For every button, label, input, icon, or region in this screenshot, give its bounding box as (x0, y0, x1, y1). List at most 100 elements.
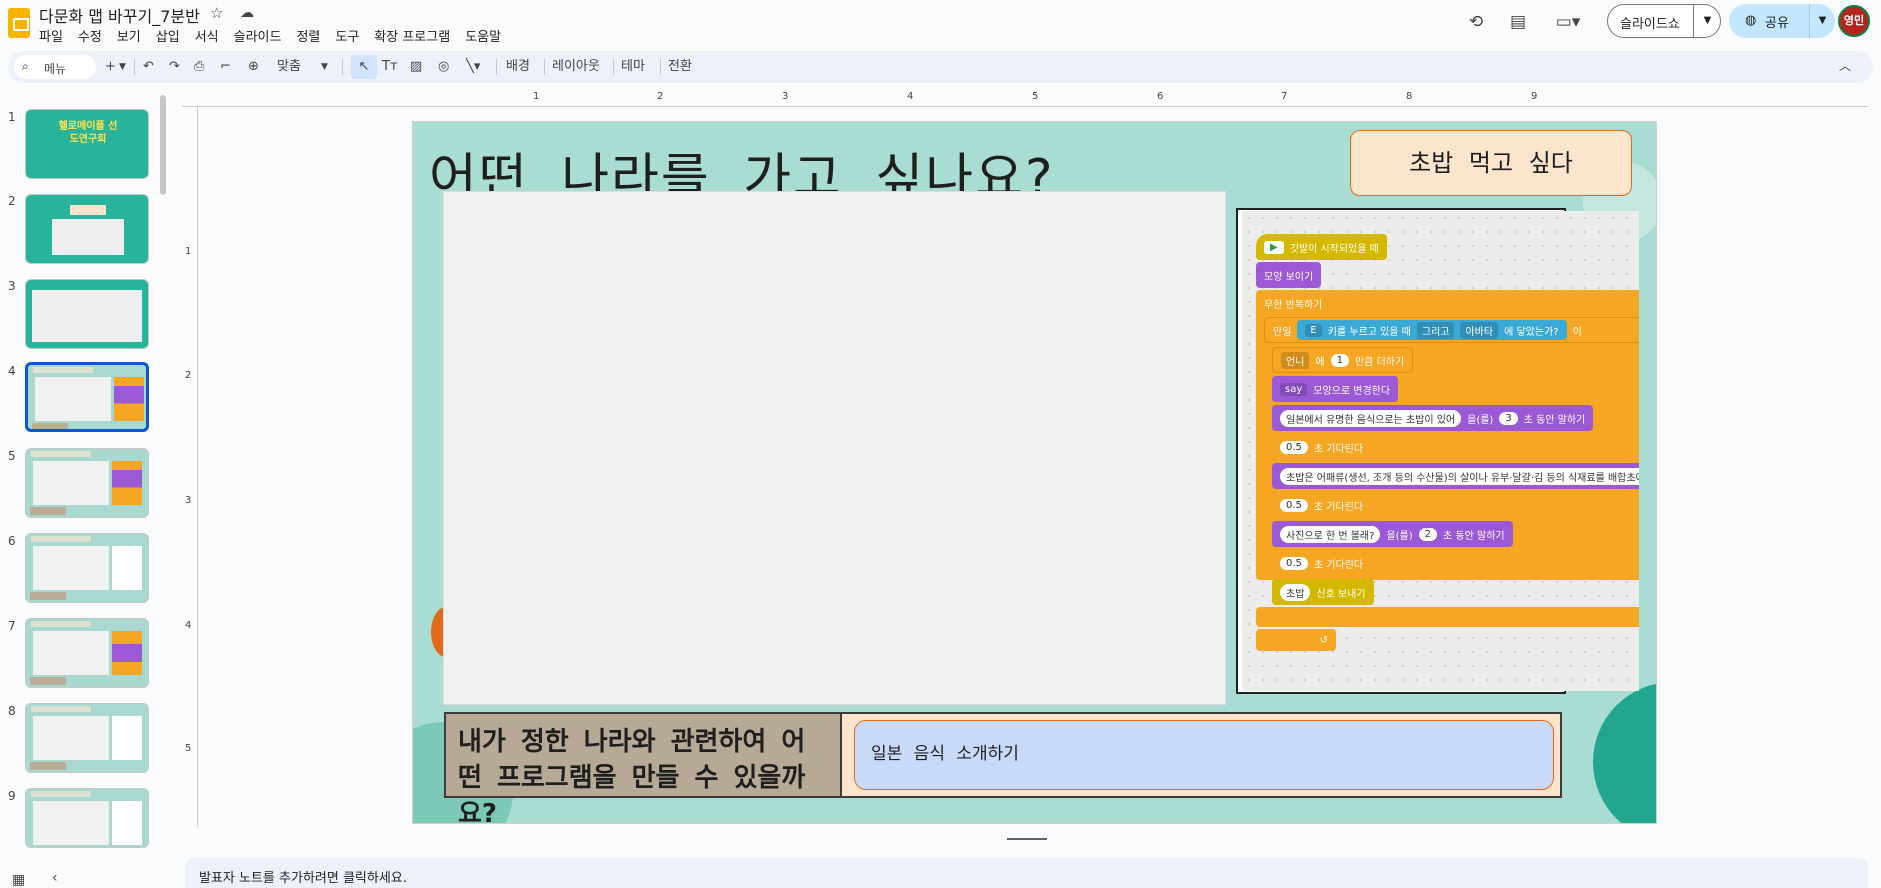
menu-search[interactable]: ⌕ 메뉴 (14, 55, 96, 79)
video-placeholder[interactable] (443, 191, 1226, 705)
slide-thumbnail-2[interactable] (25, 194, 149, 264)
avatar-dropdown: 아바타 (1460, 321, 1499, 339)
slide-thumbnail-1[interactable]: 헬로메이플 선도연구회 (25, 109, 149, 179)
question-cell[interactable]: 내가 정한 나라와 관련하여 어떤 프로그램을 만들 수 있을까요? (446, 714, 842, 823)
slide-canvas[interactable]: 어떤 나라를 가고 싶나요? 초밥 먹고 싶다 ▶ 깃발이 시작되었을 때 모양… (412, 121, 1657, 824)
avatar[interactable]: 영민 (1838, 5, 1870, 37)
collapse-toolbar-icon[interactable]: ︿ (1839, 57, 1851, 74)
share-label: 공유 (1765, 16, 1789, 31)
redo-icon[interactable]: ↷ (169, 57, 180, 77)
line-tool-icon[interactable]: ╲▾ (466, 57, 480, 77)
signal-label: 신호 보내기 (1316, 588, 1366, 600)
menu-slide[interactable]: 슬라이드 (234, 26, 290, 45)
when-start-label: 깃발이 시작되었을 때 (1289, 243, 1379, 255)
slide-number: 3 (8, 279, 16, 293)
menu-arrange[interactable]: 정렬 (296, 26, 328, 45)
key-pressed-label: 키를 누르고 있을 때 (1327, 326, 1411, 338)
say-3-seconds: 2 (1418, 527, 1438, 541)
collapse-panel-icon[interactable]: ‹ (52, 870, 58, 886)
document-title[interactable]: 다문화 맵 바꾸기_7분반 (39, 3, 200, 27)
menu-insert[interactable]: 삽입 (156, 26, 188, 45)
block-code-image[interactable]: ▶ 깃발이 시작되었을 때 모양 보이기 무한 반복하기 만일 E 키를 누르고… (1242, 211, 1639, 691)
look-change-label: 모양으로 변경한다 (1313, 385, 1391, 397)
grid-view-icon[interactable]: ▦ (12, 872, 25, 888)
menu-view[interactable]: 보기 (117, 26, 149, 45)
new-slide-icon[interactable]: + (105, 57, 116, 77)
history-icon[interactable]: ⟲ (1464, 10, 1488, 34)
ruler-mark: 6 (1157, 91, 1164, 102)
shape-tool-icon[interactable]: ◎ (438, 57, 449, 77)
speaker-notes-placeholder: 발표자 노트를 추가하려면 클릭하세요. (199, 871, 407, 886)
layout-button[interactable]: 레이아웃 (552, 57, 600, 77)
print-icon[interactable]: ⎙ (194, 57, 204, 77)
filmstrip-scrollbar[interactable] (160, 95, 166, 195)
slide-number: 2 (8, 194, 16, 208)
share-dropdown-icon[interactable]: ▼ (1809, 4, 1835, 38)
zoom-icon[interactable]: ⊕ (248, 57, 259, 77)
menu-format[interactable]: 서식 (195, 26, 227, 45)
slide-thumbnail-3[interactable] (25, 279, 149, 349)
slideshow-dropdown-icon[interactable]: ▼ (1693, 5, 1721, 37)
ruler-mark: 3 (185, 495, 192, 506)
select-tool-icon[interactable]: ↖ (351, 55, 377, 79)
transition-button[interactable]: 전환 (668, 57, 692, 77)
slideshow-button[interactable]: 슬라이드쇼 ▼ (1607, 4, 1721, 38)
paint-format-icon[interactable]: ⌐ (220, 57, 231, 77)
speaker-notes[interactable]: 발표자 노트를 추가하려면 클릭하세요. (185, 858, 1868, 888)
wait-value: 0.5 (1280, 440, 1308, 454)
menu-file[interactable]: 파일 (39, 26, 71, 45)
wait-block-1: 0.5 초 기다린다 (1272, 434, 1372, 460)
key-dropdown: E (1305, 323, 1322, 337)
slide-number: 9 (8, 789, 16, 803)
notes-resize-handle[interactable] (1007, 838, 1047, 840)
slideshow-label: 슬라이드쇼 (1620, 17, 1680, 32)
ruler-mark: 9 (1531, 91, 1538, 102)
new-slide-dropdown-icon[interactable]: ▼ (119, 57, 126, 77)
answer-box[interactable]: 일본 음식 소개하기 (854, 720, 1554, 790)
ruler-mark: 4 (907, 91, 914, 102)
slide-thumbnail-8[interactable] (25, 703, 149, 773)
menu-edit[interactable]: 수정 (78, 26, 110, 45)
vertical-ruler: 1 2 3 4 5 (182, 107, 198, 827)
textbox-tool-icon[interactable]: Tт (382, 57, 398, 77)
and-dropdown: 그리고 (1416, 321, 1455, 339)
look-dropdown: say (1280, 382, 1308, 396)
theme-button[interactable]: 테마 (621, 57, 645, 77)
say-2-text: 초밥은 어패류(생선, 조개 등의 수산물)의 살이나 유부·달걀·김 등의 식… (1280, 467, 1639, 485)
undo-icon[interactable]: ↶ (143, 57, 154, 77)
background-button[interactable]: 배경 (506, 57, 530, 77)
ruler-mark: 2 (185, 370, 192, 381)
comments-icon[interactable]: ▤ (1506, 10, 1530, 34)
signal-value: 초밥 (1280, 583, 1311, 601)
zoom-dropdown-icon[interactable]: ▼ (321, 57, 328, 77)
wait-label: 초 기다린다 (1313, 501, 1364, 513)
slide-thumbnail-9[interactable] (25, 788, 149, 848)
menu-search-label: 메뉴 (44, 62, 67, 76)
slides-logo-icon[interactable] (8, 8, 30, 38)
share-button[interactable]: ◍ 공유 ▼ (1729, 4, 1835, 38)
ruler-mark: 1 (185, 246, 192, 257)
image-tool-icon[interactable]: ▨ (410, 57, 422, 77)
slide-number: 5 (8, 449, 16, 463)
forever-end-block (1256, 607, 1639, 627)
callout-box[interactable]: 초밥 먹고 싶다 (1350, 130, 1632, 196)
slide-number: 1 (8, 110, 16, 124)
say-block-1: 일본에서 유명한 음식으로는 초밥이 있어 을(를) 3 초 동안 말하기 (1272, 405, 1594, 431)
say-1-seconds: 3 (1499, 411, 1518, 425)
star-icon[interactable]: ☆ (210, 4, 223, 22)
menu-tools[interactable]: 도구 (335, 26, 367, 45)
search-icon: ⌕ (22, 59, 29, 73)
zoom-select[interactable]: 맞춤 (277, 57, 301, 77)
slide-thumbnail-5[interactable] (25, 448, 149, 518)
signal-block: 초밥 신호 보내기 (1272, 579, 1374, 605)
slide-number: 4 (8, 364, 16, 378)
slide-thumbnail-4[interactable] (25, 362, 149, 432)
slide-thumbnail-7[interactable] (25, 618, 149, 688)
cloud-status-icon[interactable]: ☁ (240, 5, 254, 21)
menu-extensions[interactable]: 확장 프로그램 (374, 26, 458, 45)
forever-label: 무한 반복하기 (1264, 300, 1323, 311)
question-table[interactable]: 내가 정한 나라와 관련하여 어떤 프로그램을 만들 수 있을까요? 일본 음식… (444, 712, 1562, 823)
slide-thumbnail-6[interactable] (25, 533, 149, 603)
menu-help[interactable]: 도움말 (465, 26, 509, 45)
meet-icon[interactable]: ▭▾ (1548, 10, 1588, 34)
